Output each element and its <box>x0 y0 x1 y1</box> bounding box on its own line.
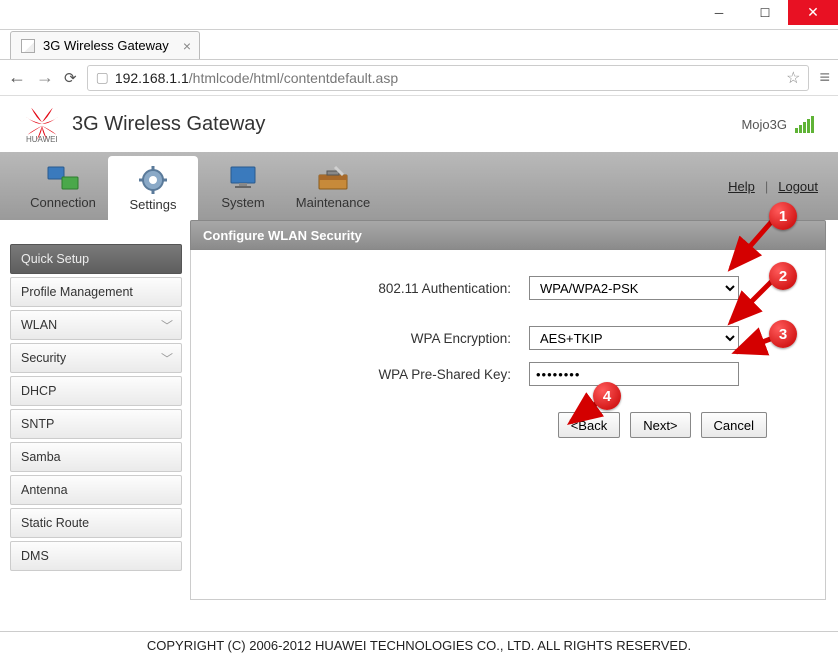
sidebar-item-label: SNTP <box>21 417 54 431</box>
tab-close-icon[interactable]: × <box>183 38 191 54</box>
sidebar-item-label: Antenna <box>21 483 68 497</box>
sidebar-item-label: Static Route <box>21 516 89 530</box>
window-titlebar: ─ ☐ ✕ <box>0 0 838 30</box>
sidebar-item-label: DMS <box>21 549 49 563</box>
nav-label: System <box>221 195 264 210</box>
sidebar: Quick Setup Profile Management WLAN ﹀ Sec… <box>0 220 190 640</box>
toolbox-icon <box>316 163 350 193</box>
browser-tab[interactable]: 3G Wireless Gateway × <box>10 31 200 59</box>
url-host: 192.168.1.1 <box>115 70 189 86</box>
browser-tab-strip: 3G Wireless Gateway × <box>0 30 838 60</box>
annotation-arrows <box>191 250 791 550</box>
nav-label: Connection <box>30 195 96 210</box>
panel-title: Configure WLAN Security <box>190 220 826 250</box>
nav-system[interactable]: System <box>198 152 288 220</box>
gear-icon <box>136 165 170 195</box>
footer-copyright: COPYRIGHT (C) 2006-2012 HUAWEI TECHNOLOG… <box>0 631 838 653</box>
help-link[interactable]: Help <box>728 179 755 194</box>
sidebar-item-label: Quick Setup <box>21 252 89 266</box>
sidebar-item-sntp[interactable]: SNTP <box>10 409 182 439</box>
network-name: Mojo3G <box>741 117 787 132</box>
bookmark-star-icon[interactable]: ☆ <box>786 68 800 88</box>
signal-strength-icon <box>795 116 814 133</box>
page-icon <box>21 39 35 53</box>
sidebar-item-dhcp[interactable]: DHCP <box>10 376 182 406</box>
router-page: HUAWEI 3G Wireless Gateway Mojo3G Connec… <box>0 96 838 659</box>
window-close-button[interactable]: ✕ <box>788 0 838 25</box>
nav-label: Maintenance <box>296 195 370 210</box>
page-header: HUAWEI 3G Wireless Gateway Mojo3G <box>0 96 838 152</box>
sidebar-item-wlan[interactable]: WLAN ﹀ <box>10 310 182 340</box>
address-bar[interactable]: ▢ 192.168.1.1/htmlcode/html/contentdefau… <box>87 65 810 91</box>
monitor-icon <box>226 163 260 193</box>
browser-menu-icon[interactable]: ≡ <box>819 67 830 88</box>
sidebar-item-profile-management[interactable]: Profile Management <box>10 277 182 307</box>
page-outline-icon: ▢ <box>96 69 109 86</box>
nav-settings[interactable]: Settings <box>108 156 198 220</box>
main-panel: Configure WLAN Security 802.11 Authentic… <box>190 220 838 640</box>
sidebar-item-label: DHCP <box>21 384 56 398</box>
sidebar-item-label: WLAN <box>21 318 57 332</box>
sidebar-item-samba[interactable]: Samba <box>10 442 182 472</box>
back-icon[interactable]: ← <box>8 67 26 88</box>
window-maximize-button[interactable]: ☐ <box>742 0 788 25</box>
nav-connection[interactable]: Connection <box>18 152 108 220</box>
logout-link[interactable]: Logout <box>778 179 818 194</box>
chevron-down-icon: ﹀ <box>161 317 173 334</box>
tab-title: 3G Wireless Gateway <box>43 38 169 53</box>
logo-text: HUAWEI <box>26 135 58 144</box>
forward-icon[interactable]: → <box>36 67 54 88</box>
sidebar-item-antenna[interactable]: Antenna <box>10 475 182 505</box>
chevron-down-icon: ﹀ <box>161 350 173 367</box>
page-title: 3G Wireless Gateway <box>72 113 265 136</box>
nav-separator: | <box>765 179 768 194</box>
sidebar-item-dms[interactable]: DMS <box>10 541 182 571</box>
window-minimize-button[interactable]: ─ <box>696 0 742 25</box>
reload-icon[interactable]: ⟳ <box>64 69 77 87</box>
huawei-logo: HUAWEI <box>24 106 60 142</box>
url-path: /htmlcode/html/contentdefault.asp <box>189 70 398 86</box>
sidebar-item-label: Profile Management <box>21 285 133 299</box>
sidebar-item-security[interactable]: Security ﹀ <box>10 343 182 373</box>
sidebar.items.6.label: Samba <box>21 450 61 464</box>
connection-icon <box>46 163 80 193</box>
nav-label: Settings <box>130 197 177 212</box>
nav-maintenance[interactable]: Maintenance <box>288 152 378 220</box>
browser-toolbar: ← → ⟳ ▢ 192.168.1.1/htmlcode/html/conten… <box>0 60 838 96</box>
sidebar-item-label: Security <box>21 351 66 365</box>
sidebar-item-static-route[interactable]: Static Route <box>10 508 182 538</box>
main-nav: Connection Settings System Maintenance H… <box>0 152 838 220</box>
sidebar-item-quick-setup[interactable]: Quick Setup <box>10 244 182 274</box>
